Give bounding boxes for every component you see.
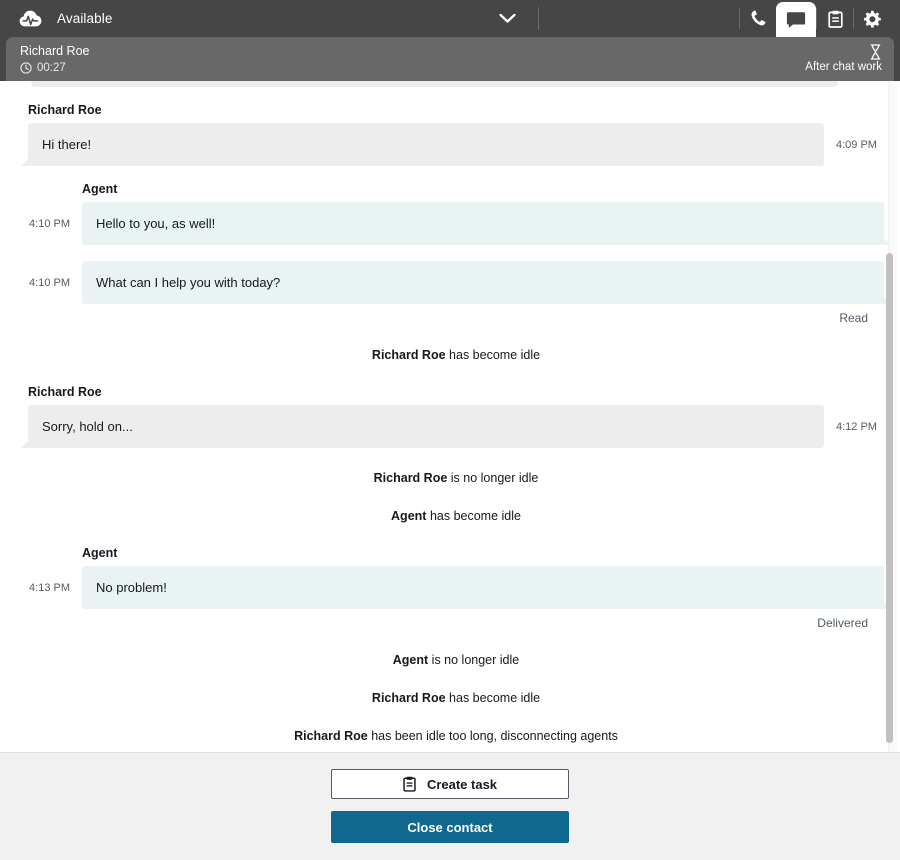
system-event-actor: Richard Roe <box>371 691 446 705</box>
message-sender-name: Richard Roe <box>28 385 102 399</box>
contact-card-left: Richard Roe 00:27 <box>20 44 89 75</box>
close-contact-label: Close contact <box>407 819 493 835</box>
system-event-message: Richard Roe has become idle <box>28 347 884 363</box>
message-timestamp: 4:10 PM <box>29 276 70 289</box>
transcript-inner: Richard Roe Hi there! 4:09 PM Agent 4:10 PM H… <box>21 81 891 744</box>
message-timestamp: 4:09 PM <box>836 138 877 151</box>
message-row: 4:13 PM No problem! <box>28 566 891 609</box>
clock-icon <box>20 61 32 74</box>
message-row: Sorry, hold on... 4:12 PM <box>21 405 884 448</box>
message-sender-name: Agent <box>82 182 118 196</box>
chat-transcript[interactable]: Richard Roe Hi there! 4:09 PM Agent 4:10 PM H… <box>0 81 900 752</box>
system-event-actor: Richard Roe <box>373 471 448 485</box>
amazon-connect-cloud-icon <box>18 7 42 31</box>
customer-message-bubble: Sorry, hold on... <box>21 405 824 448</box>
system-event-actor: Agent <box>391 509 427 523</box>
message-group: Richard Roe Sorry, hold on... 4:12 PM <box>21 385 884 448</box>
partial-scrolled-bubble <box>31 81 838 87</box>
hourglass-icon <box>869 44 882 60</box>
system-event-text: has become idle <box>449 348 541 362</box>
agent-status-label: Available <box>57 11 113 26</box>
system-event-text: has been idle too long, disconnecting ag… <box>371 729 618 743</box>
system-event-message: Richard Roe is no longer idle <box>28 470 884 486</box>
close-contact-button[interactable]: Close contact <box>331 811 569 843</box>
contact-actions-footer: Create task Close contact <box>0 752 900 860</box>
message-timestamp: 4:10 PM <box>29 217 70 230</box>
system-event-message: Agent is no longer idle <box>28 652 884 668</box>
task-clipboard-icon <box>403 776 416 792</box>
customer-message-bubble: Hi there! <box>21 123 824 166</box>
phone-icon[interactable] <box>740 0 776 37</box>
contact-state-label: After chat work <box>805 61 882 73</box>
message-group: 4:10 PM What can I help you with today? Re… <box>28 261 891 325</box>
agent-message-bubble: What can I help you with today? <box>82 261 891 304</box>
message-receipt-status: Delivered <box>817 616 868 630</box>
contact-name: Richard Roe <box>20 43 90 58</box>
system-event-text: is no longer idle <box>450 471 539 485</box>
message-row: 4:10 PM Hello to you, as well! <box>28 202 891 245</box>
topbar-icon-group <box>739 0 900 43</box>
message-timestamp: 4:13 PM <box>29 581 70 594</box>
message-sender-name: Richard Roe <box>28 103 102 117</box>
message-sender-name: Agent <box>82 546 118 560</box>
system-event-actor: Richard Roe <box>371 348 446 362</box>
transcript-scrollbar-thumb[interactable] <box>886 253 893 743</box>
create-task-button[interactable]: Create task <box>331 769 569 799</box>
message-group: Agent 4:13 PM No problem! Delivered <box>28 546 891 630</box>
contact-timer-group: 00:27 <box>20 61 89 75</box>
system-event-text: has become idle <box>429 509 521 523</box>
agent-status-selector[interactable]: Available <box>0 0 538 37</box>
agent-message-bubble: Hello to you, as well! <box>82 202 891 245</box>
contact-timer-value: 00:27 <box>37 61 66 74</box>
system-event-message: Agent has become idle <box>28 508 884 524</box>
system-event-message: Richard Roe has been idle too long, disc… <box>28 728 884 744</box>
transcript-scrollbar-track[interactable] <box>886 81 897 752</box>
message-list: Richard Roe Hi there! 4:09 PM Agent 4:10 PM H… <box>21 103 891 744</box>
system-event-text: has become idle <box>449 691 541 705</box>
message-timestamp: 4:12 PM <box>836 420 877 433</box>
contact-header: Richard Roe 00:27 After chat work <box>0 37 900 81</box>
system-event-message: Richard Roe has become idle <box>28 690 884 706</box>
active-contact-card[interactable]: Richard Roe 00:27 After chat work <box>6 37 894 81</box>
gear-icon[interactable] <box>854 0 890 37</box>
chat-icon[interactable] <box>776 2 816 43</box>
task-clipboard-icon[interactable] <box>817 0 853 37</box>
top-bar: Available <box>0 0 900 43</box>
system-event-actor: Agent <box>392 653 429 667</box>
message-group: Agent 4:10 PM Hello to you, as well! <box>28 182 891 245</box>
message-row: 4:10 PM What can I help you with today? <box>28 261 891 304</box>
system-event-actor: Richard Roe <box>294 729 368 743</box>
message-group: Richard Roe Hi there! 4:09 PM <box>21 103 884 166</box>
message-receipt-status: Read <box>839 311 868 325</box>
create-task-label: Create task <box>426 776 498 792</box>
agent-message-bubble: No problem! <box>82 566 891 609</box>
system-event-text: is no longer idle <box>431 653 520 667</box>
amazon-connect-ccp: Available Richard Roe 00:27 After chat w… <box>0 0 900 860</box>
contact-card-right: After chat work <box>805 44 882 74</box>
message-row: Hi there! 4:09 PM <box>21 123 884 166</box>
chevron-down-icon[interactable] <box>499 0 516 37</box>
